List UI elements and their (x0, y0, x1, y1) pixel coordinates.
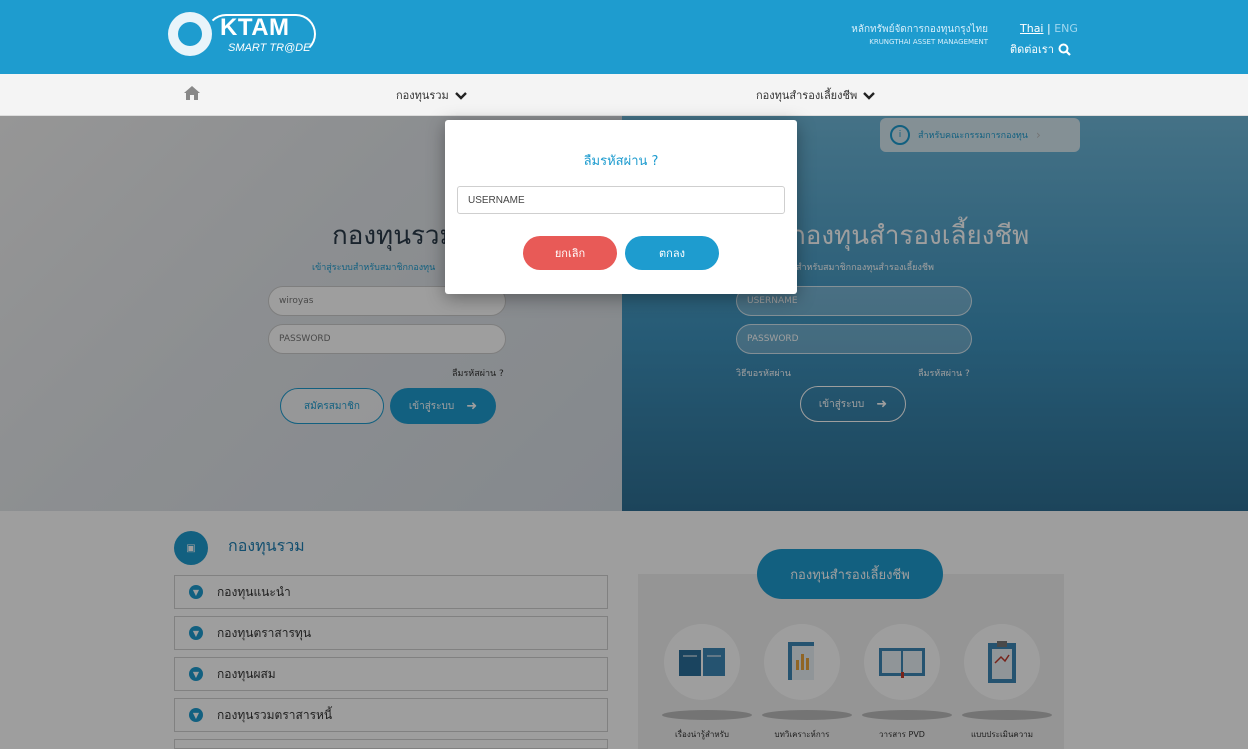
top-header: KTAM SMART TR@DE หลักทรัพย์จัดการกองทุนก… (0, 0, 1248, 74)
home-icon[interactable] (182, 84, 202, 102)
ktam-logo[interactable]: KTAM SMART TR@DE (168, 10, 318, 64)
org-name-thai: หลักทรัพย์จัดการกองทุนกรุงไทย (851, 24, 988, 35)
nav-provident-fund-label: กองทุนสำรองเลี้ยงชีพ (756, 89, 858, 102)
chevron-down-icon (454, 91, 467, 100)
forgot-password-modal: ลืมรหัสผ่าน ? USERNAME ยกเลิก ตกลง (445, 120, 797, 294)
nav-mutual-fund[interactable]: กองทุนรวม (396, 86, 467, 104)
modal-backdrop-lower (0, 511, 1248, 749)
logo-title: KTAM (220, 14, 290, 41)
chevron-down-icon (863, 91, 876, 100)
main-nav: กองทุนรวม กองทุนสำรองเลี้ยงชีพ (0, 74, 1248, 116)
search-icon[interactable] (1058, 43, 1071, 56)
nav-mutual-fund-label: กองทุนรวม (396, 89, 449, 102)
contact-label: ติดต่อเรา (1010, 43, 1054, 56)
modal-username-input[interactable]: USERNAME (457, 186, 785, 214)
nav-provident-fund[interactable]: กองทุนสำรองเลี้ยงชีพ (756, 86, 876, 104)
cancel-button[interactable]: ยกเลิก (523, 236, 617, 270)
contact-link[interactable]: ติดต่อเรา (1010, 40, 1071, 58)
org-name-english: KRUNGTHAI ASSET MANAGEMENT (869, 38, 988, 46)
lang-eng-link[interactable]: ENG (1054, 22, 1078, 35)
lang-thai-link[interactable]: Thai (1020, 22, 1044, 35)
language-switch: Thai | ENG (1020, 22, 1078, 35)
ok-button[interactable]: ตกลง (625, 236, 719, 270)
logo-subtitle: SMART TR@DE (228, 42, 311, 54)
modal-title: ลืมรหัสผ่าน ? (583, 154, 659, 169)
lang-separator: | (1047, 22, 1051, 35)
